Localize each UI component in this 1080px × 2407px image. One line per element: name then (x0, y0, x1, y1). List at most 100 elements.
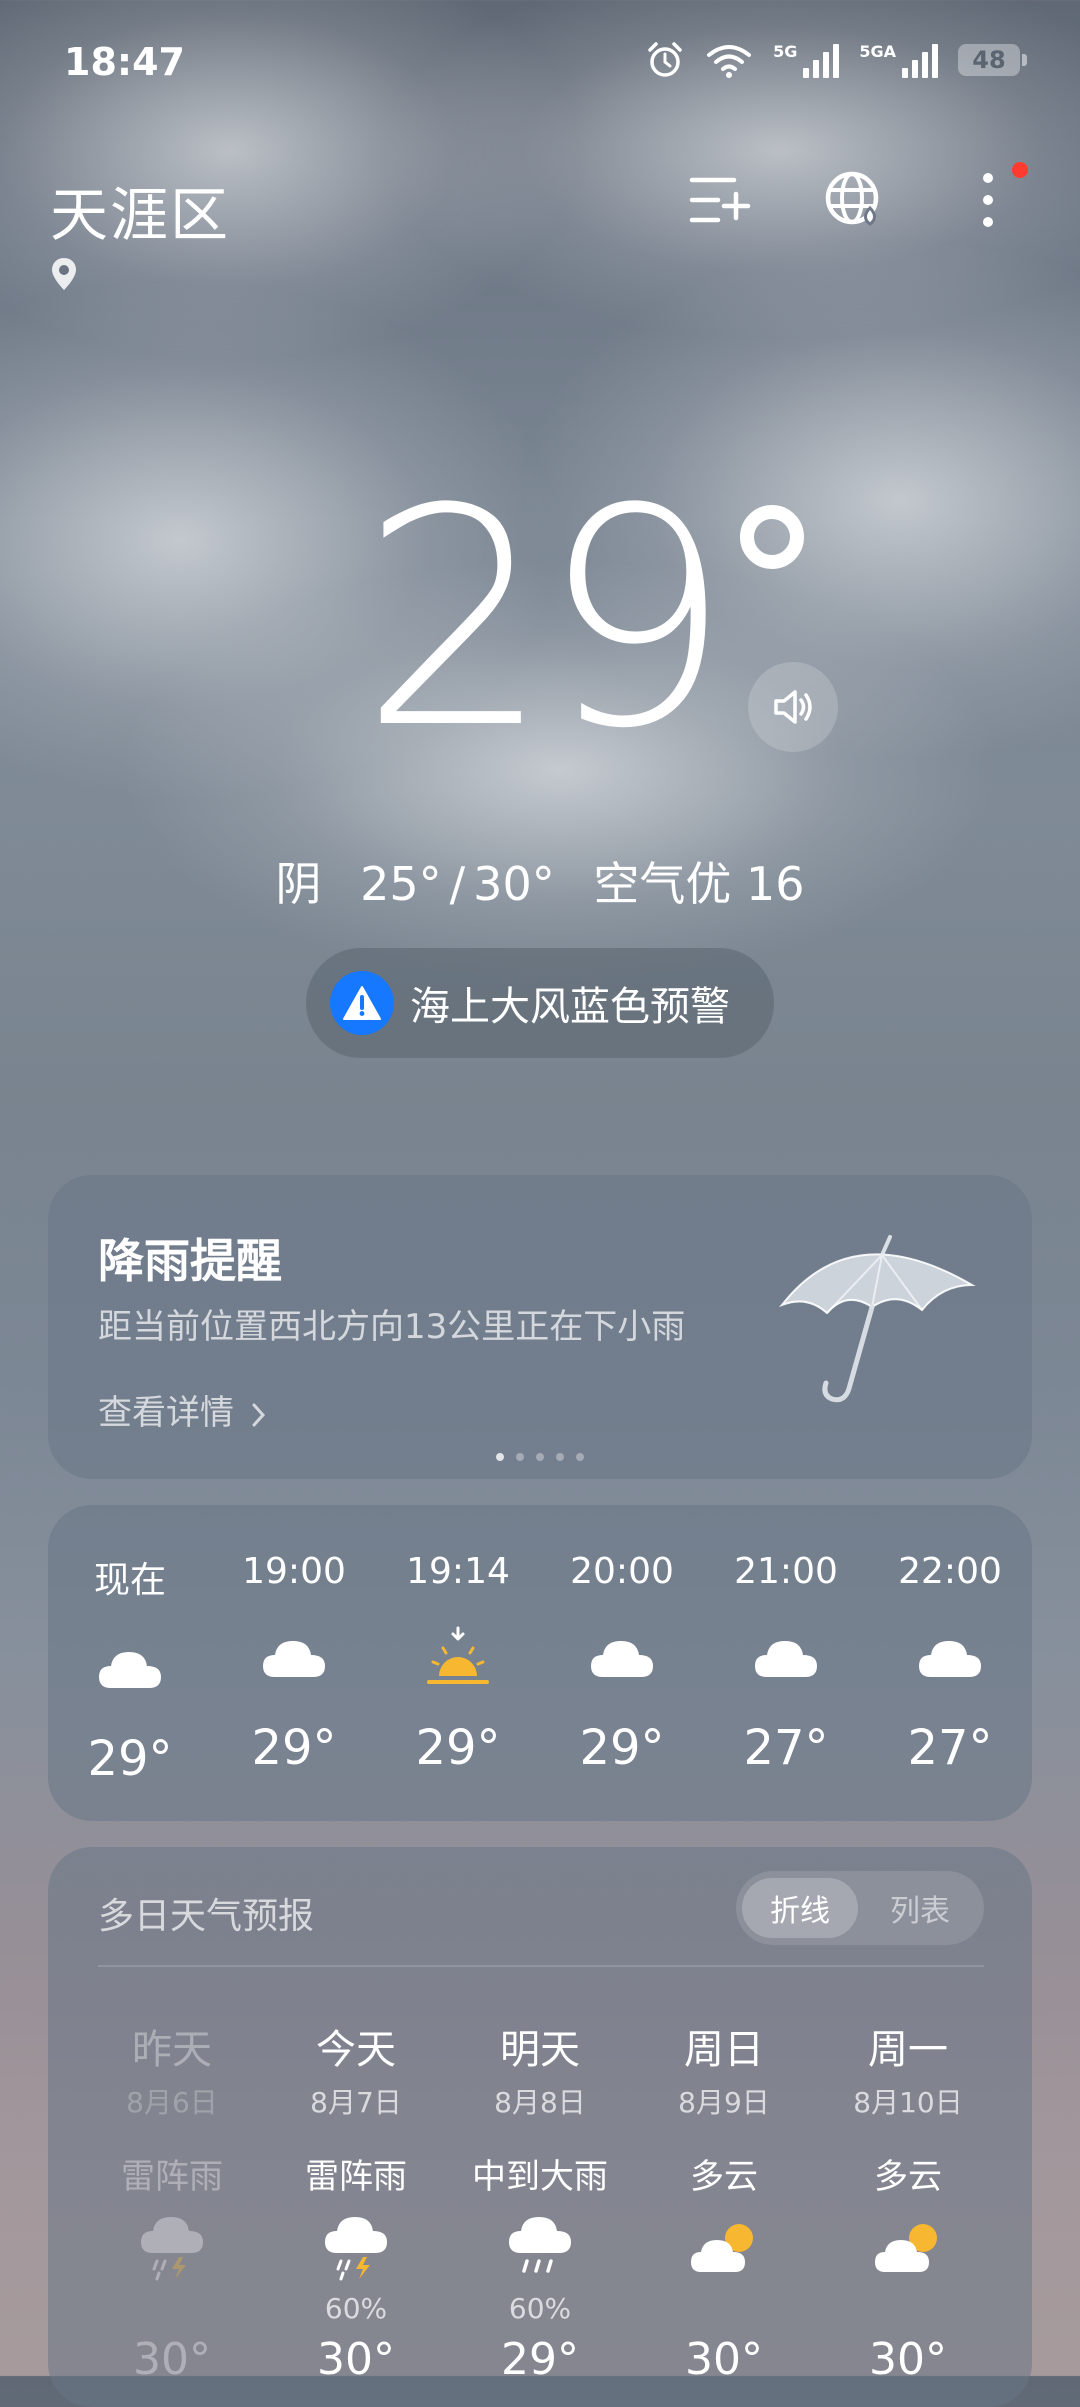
thunderstorm-icon (325, 2217, 387, 2281)
warning-icon (330, 971, 394, 1035)
cloud-icon (919, 1641, 981, 1677)
hour-time: 20:00 (570, 1551, 674, 1592)
hour-temp: 29° (251, 1720, 337, 1776)
weather-alert-pill[interactable]: 海上大风蓝色预警 (306, 948, 774, 1058)
daily-forecast-title: 多日天气预报 (98, 1896, 315, 1937)
battery-level: 48 (972, 46, 1006, 74)
hour-time: 19:00 (242, 1551, 346, 1592)
day-column[interactable]: 明天 8月8日 中到大雨 60% 29° (448, 2017, 632, 2385)
day-name: 周日 (684, 2027, 764, 2073)
day-column[interactable]: 昨天 8月6日 雷阵雨 30° (80, 2017, 264, 2385)
page-dot (536, 1453, 544, 1461)
notification-dot (1012, 162, 1028, 178)
page-dot (576, 1453, 584, 1461)
day-condition: 雷阵雨 (121, 2157, 223, 2197)
hour-time: 19:14 (406, 1551, 510, 1592)
hourly-item: 22:00 27° (868, 1505, 1032, 1821)
rain-title: 降雨提醒 (98, 1234, 282, 1288)
city-list-button[interactable] (688, 168, 752, 232)
hour-temp: 29° (415, 1720, 501, 1776)
hourly-item: 20:00 29° (540, 1505, 704, 1821)
day-column[interactable]: 周日 8月9日 多云 30° (632, 2017, 816, 2385)
day-name: 周一 (868, 2027, 948, 2073)
more-button[interactable] (956, 162, 1028, 232)
partly-cloudy-icon (691, 2224, 753, 2272)
day-date: 8月9日 (678, 2086, 770, 2119)
day-high: 30° (133, 2334, 211, 2385)
hour-time: 21:00 (734, 1551, 838, 1592)
current-summary: 阴 25°/30° 空气优 16 (275, 857, 805, 911)
page-dot (496, 1453, 504, 1461)
current-low: 25° (360, 857, 442, 911)
status-time: 18:47 (64, 40, 185, 84)
day-precip: 60% (324, 2292, 388, 2325)
day-high: 30° (317, 2334, 395, 2385)
current-condition: 阴 (275, 857, 322, 911)
hourly-item: 现在 29° (48, 1505, 212, 1821)
location-title[interactable]: 天涯区 (50, 168, 230, 252)
current-temperature: 29 (360, 445, 732, 794)
hour-temp: 27° (907, 1720, 993, 1776)
hour-time: 22:00 (898, 1551, 1002, 1592)
hour-temp: 29° (87, 1731, 173, 1787)
rain-reminder-card[interactable]: 降雨提醒 距当前位置西北方向13公里正在下小雨 查看详情 (48, 1175, 1032, 1479)
day-column[interactable]: 今天 8月7日 雷阵雨 60% 30° (264, 2017, 448, 2385)
page-dot (516, 1453, 524, 1461)
cell-signal-2-icon: 5GA (859, 42, 938, 78)
day-condition: 多云 (874, 2157, 942, 2197)
day-name: 今天 (316, 2027, 396, 2073)
day-date: 8月7日 (310, 2086, 402, 2119)
thunderstorm-icon (141, 2217, 203, 2281)
cloud-icon (591, 1641, 653, 1677)
hourly-item: 19:00 29° (212, 1505, 376, 1821)
hourly-forecast-card[interactable]: 现在 29° 19:00 29° 19:14 29° 20:00 29° 21:… (48, 1505, 1032, 1821)
city-list-icon (689, 177, 751, 223)
day-condition: 中到大雨 (472, 2157, 608, 2197)
location-pin-icon (52, 258, 76, 290)
hourly-item: 19:14 29° (376, 1505, 540, 1821)
day-name: 明天 (500, 2027, 580, 2073)
day-condition: 雷阵雨 (305, 2157, 407, 2197)
day-condition: 多云 (690, 2157, 758, 2197)
day-date: 8月10日 (853, 2086, 963, 2119)
hour-temp: 27° (743, 1720, 829, 1776)
day-precip: 60% (508, 2292, 572, 2325)
hourly-item: 21:00 27° (704, 1505, 868, 1821)
hour-time: 现在 (93, 1560, 166, 1601)
daily-forecast-card: 多日天气预报 折线 列表 昨天 8月6日 雷阵雨 30° 今天 8月7日 雷阵雨 (48, 1847, 1032, 2407)
line-view-tab[interactable]: 折线 (742, 1878, 858, 1938)
day-date: 8月6日 (126, 2086, 218, 2119)
globe-icon (825, 171, 879, 226)
signal-1-label: 5G (773, 42, 798, 61)
battery-icon: 48 (958, 44, 1027, 76)
heavy-rain-icon (509, 2217, 571, 2273)
cloud-icon (263, 1641, 325, 1677)
umbrella-icon (778, 1235, 976, 1403)
page-dot (556, 1453, 564, 1461)
globe-button[interactable] (822, 168, 886, 232)
more-icon (983, 173, 993, 227)
partly-cloudy-icon (875, 2224, 937, 2272)
day-name: 昨天 (132, 2027, 212, 2073)
day-column[interactable]: 周一 8月10日 多云 30° (816, 2017, 1000, 2385)
sunset-icon (427, 1626, 489, 1684)
day-high: 29° (501, 2334, 579, 2385)
rain-card-pager (48, 1453, 1032, 1461)
status-bar: 18:47 5G 5GA 48 (0, 0, 1080, 120)
day-high: 30° (685, 2334, 763, 2385)
list-view-tab[interactable]: 列表 (862, 1878, 978, 1938)
rain-details-link[interactable]: 查看详情 (98, 1385, 269, 1434)
cell-signal-1-icon: 5G (773, 42, 840, 78)
speaker-icon (774, 690, 812, 724)
chevron-right-icon (252, 1403, 265, 1426)
air-quality[interactable]: 空气优 16 (593, 857, 804, 911)
rain-description: 距当前位置西北方向13公里正在下小雨 (98, 1307, 686, 1347)
view-toggle[interactable]: 折线 列表 (736, 1871, 984, 1945)
alert-text: 海上大风蓝色预警 (410, 984, 730, 1030)
voice-broadcast-button[interactable] (748, 662, 838, 752)
wifi-icon (707, 45, 752, 78)
current-high: 30° (473, 857, 555, 911)
alarm-icon (648, 42, 682, 77)
rain-link-label: 查看详情 (98, 1393, 234, 1433)
signal-2-label: 5GA (859, 42, 896, 61)
